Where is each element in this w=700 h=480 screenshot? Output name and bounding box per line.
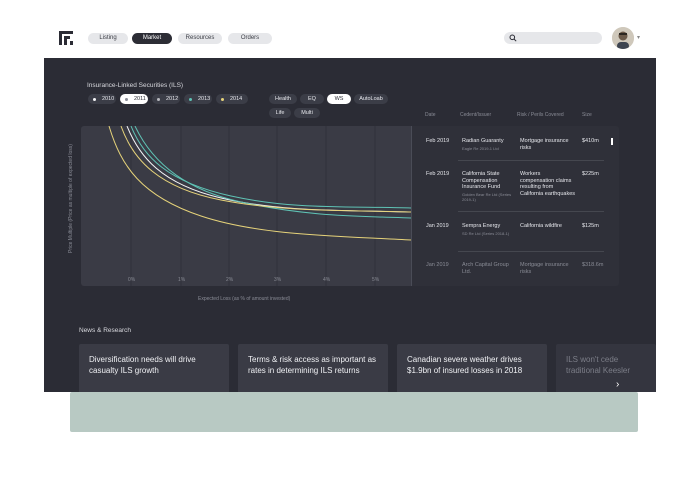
cell-date: Jan 2019 bbox=[426, 262, 449, 268]
series-dot-icon bbox=[93, 97, 96, 101]
year-filter-2010[interactable]: 2010 bbox=[88, 94, 116, 104]
cell-cedent: Radian Guaranty bbox=[462, 138, 504, 144]
scrollbar[interactable] bbox=[611, 138, 613, 145]
tab-market[interactable]: Market bbox=[132, 33, 172, 44]
cell-size: $225m bbox=[582, 171, 599, 177]
market-dashboard: Insurance-Linked Securities (ILS) 2010 2… bbox=[44, 58, 656, 392]
news-card[interactable]: Terms & risk access as important as rate… bbox=[238, 344, 388, 392]
column-header-date[interactable]: Date bbox=[425, 112, 436, 118]
news-headline: Terms & risk access as important as rate… bbox=[248, 355, 377, 375]
x-tick-label: 1% bbox=[178, 277, 186, 283]
brand-logo[interactable] bbox=[58, 30, 74, 46]
year-filter-2011[interactable]: 2011 bbox=[120, 94, 148, 104]
cell-date: Jan 2019 bbox=[426, 223, 449, 229]
chart-svg bbox=[108, 126, 411, 286]
series-dot-icon bbox=[221, 97, 224, 101]
category-health[interactable]: Health bbox=[269, 94, 297, 104]
category-multi[interactable]: Multi bbox=[294, 108, 320, 118]
series-line bbox=[126, 126, 411, 213]
chevron-down-icon[interactable]: ▾ bbox=[637, 34, 640, 41]
news-card[interactable]: ILS won't cede traditional Keesler bbox=[556, 344, 656, 392]
year-label: 2013 bbox=[198, 96, 211, 102]
series-line bbox=[130, 126, 411, 209]
news-card[interactable]: Diversification needs will drive casualt… bbox=[79, 344, 229, 392]
cell-peril: Workers compensation claims resulting fr… bbox=[520, 171, 576, 197]
cell-peril: California wildfire bbox=[520, 223, 562, 229]
category-eq[interactable]: EQ bbox=[300, 94, 324, 104]
avatar[interactable] bbox=[612, 27, 634, 49]
tab-resources[interactable]: Resources bbox=[178, 33, 222, 44]
cell-sub: SD Re Ltd (Series 2018-1) bbox=[462, 231, 510, 236]
cell-date: Feb 2019 bbox=[426, 138, 450, 144]
price-multiple-chart bbox=[81, 126, 411, 286]
cell-cedent: Sempra Energy bbox=[462, 223, 501, 229]
row-divider bbox=[458, 251, 604, 252]
cell-cedent: Arch Capital Group Ltd. bbox=[462, 262, 509, 275]
tab-listing[interactable]: Listing bbox=[88, 33, 128, 44]
x-tick-label: 0% bbox=[128, 277, 136, 283]
category-ws[interactable]: WS bbox=[327, 94, 351, 104]
row-divider bbox=[458, 160, 604, 161]
news-headline: Canadian severe weather drives $1.9bn of… bbox=[407, 355, 523, 375]
y-axis-label: Price Multiple (Price as multiple of exp… bbox=[68, 144, 74, 253]
column-header-size[interactable]: Size bbox=[582, 112, 592, 118]
year-label: 2012 bbox=[166, 96, 179, 102]
x-tick-label: 4% bbox=[323, 277, 331, 283]
year-label: 2011 bbox=[134, 96, 146, 102]
user-avatar-icon bbox=[612, 27, 634, 49]
search-icon bbox=[509, 34, 517, 42]
cell-peril: Mortgage insurance risks bbox=[520, 138, 569, 151]
x-tick-label: 5% bbox=[372, 277, 380, 283]
ils-section-title: Insurance-Linked Securities (ILS) bbox=[87, 82, 184, 89]
year-label: 2014 bbox=[230, 96, 243, 102]
cell-cedent: California State Compensation Insurance … bbox=[462, 171, 501, 190]
page: Listing Market Resources Orders ▾ Insura… bbox=[0, 0, 700, 480]
top-navbar: Listing Market Resources Orders ▾ bbox=[44, 18, 656, 58]
cell-size: $125m bbox=[582, 223, 599, 229]
news-card[interactable]: Canadian severe weather drives $1.9bn of… bbox=[397, 344, 547, 392]
x-axis-label: Expected Loss (as % of amount invested) bbox=[198, 296, 291, 302]
year-filter-2013[interactable]: 2013 bbox=[184, 94, 212, 104]
row-divider bbox=[458, 211, 604, 212]
x-tick-label: 2% bbox=[226, 277, 234, 283]
cell-date: Feb 2019 bbox=[426, 171, 450, 177]
cell-size: $318.6m bbox=[582, 262, 604, 268]
series-line bbox=[108, 126, 411, 241]
series-dot-icon bbox=[189, 97, 192, 101]
ils-deals-table: Feb 2019 Radian Guaranty Eagle Re 2019-1… bbox=[411, 126, 619, 286]
cell-sub: Golden Bear Re Ltd (Series 2019-1) bbox=[462, 192, 512, 202]
year-label: 2010 bbox=[102, 96, 115, 102]
series-line bbox=[134, 126, 411, 219]
x-tick-label: 3% bbox=[274, 277, 282, 283]
year-filter-2014[interactable]: 2014 bbox=[216, 94, 248, 104]
year-filter-2012[interactable]: 2012 bbox=[152, 94, 180, 104]
column-header-risk[interactable]: Risk / Perils Covered bbox=[517, 112, 564, 118]
category-life[interactable]: Life bbox=[269, 108, 291, 118]
cell-sub: Eagle Re 2019-1 Ltd bbox=[462, 146, 499, 151]
search-input[interactable] bbox=[504, 32, 602, 44]
tab-orders[interactable]: Orders bbox=[228, 33, 272, 44]
news-headline: Diversification needs will drive casualt… bbox=[89, 355, 196, 375]
news-section-title: News & Research bbox=[79, 327, 132, 334]
cell-peril: Mortgage insurance risks bbox=[520, 262, 569, 275]
series-dot-icon bbox=[157, 97, 160, 101]
column-header-cedent[interactable]: Cedent/Issuer bbox=[460, 112, 491, 118]
cell-size: $410m bbox=[582, 138, 599, 144]
chevron-right-icon[interactable]: › bbox=[616, 379, 619, 390]
category-autoloab[interactable]: AutoLoab bbox=[354, 94, 388, 104]
series-dot-icon bbox=[125, 97, 128, 101]
decorative-shadow bbox=[70, 392, 638, 432]
news-headline: ILS won't cede traditional Keesler bbox=[566, 355, 631, 375]
